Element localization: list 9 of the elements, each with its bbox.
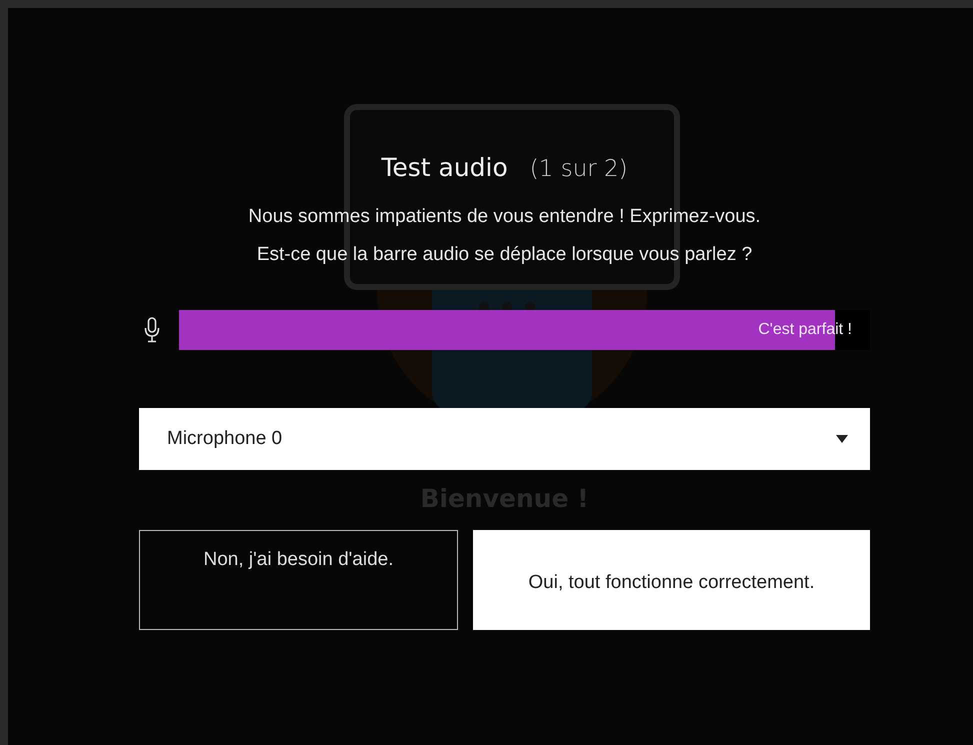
dialog-title: Test audio [381,153,508,182]
microphone-dropdown[interactable]: Microphone 0 [139,408,870,470]
caret-icon [836,435,848,443]
instruction-text: Nous sommes impatients de vous entendre ! Exprimez-vous. [248,205,761,229]
step-counter: (1 sur 2) [530,156,628,182]
help-button[interactable]: Non, j'ai besoin d'aide. [139,530,458,630]
confirm-button[interactable]: Oui, tout fonctionne correctement. [473,530,870,630]
instruction-text: Est-ce que la barre audio se déplace lorsque vous parlez ? [256,243,752,267]
microphone-icon [144,317,160,343]
